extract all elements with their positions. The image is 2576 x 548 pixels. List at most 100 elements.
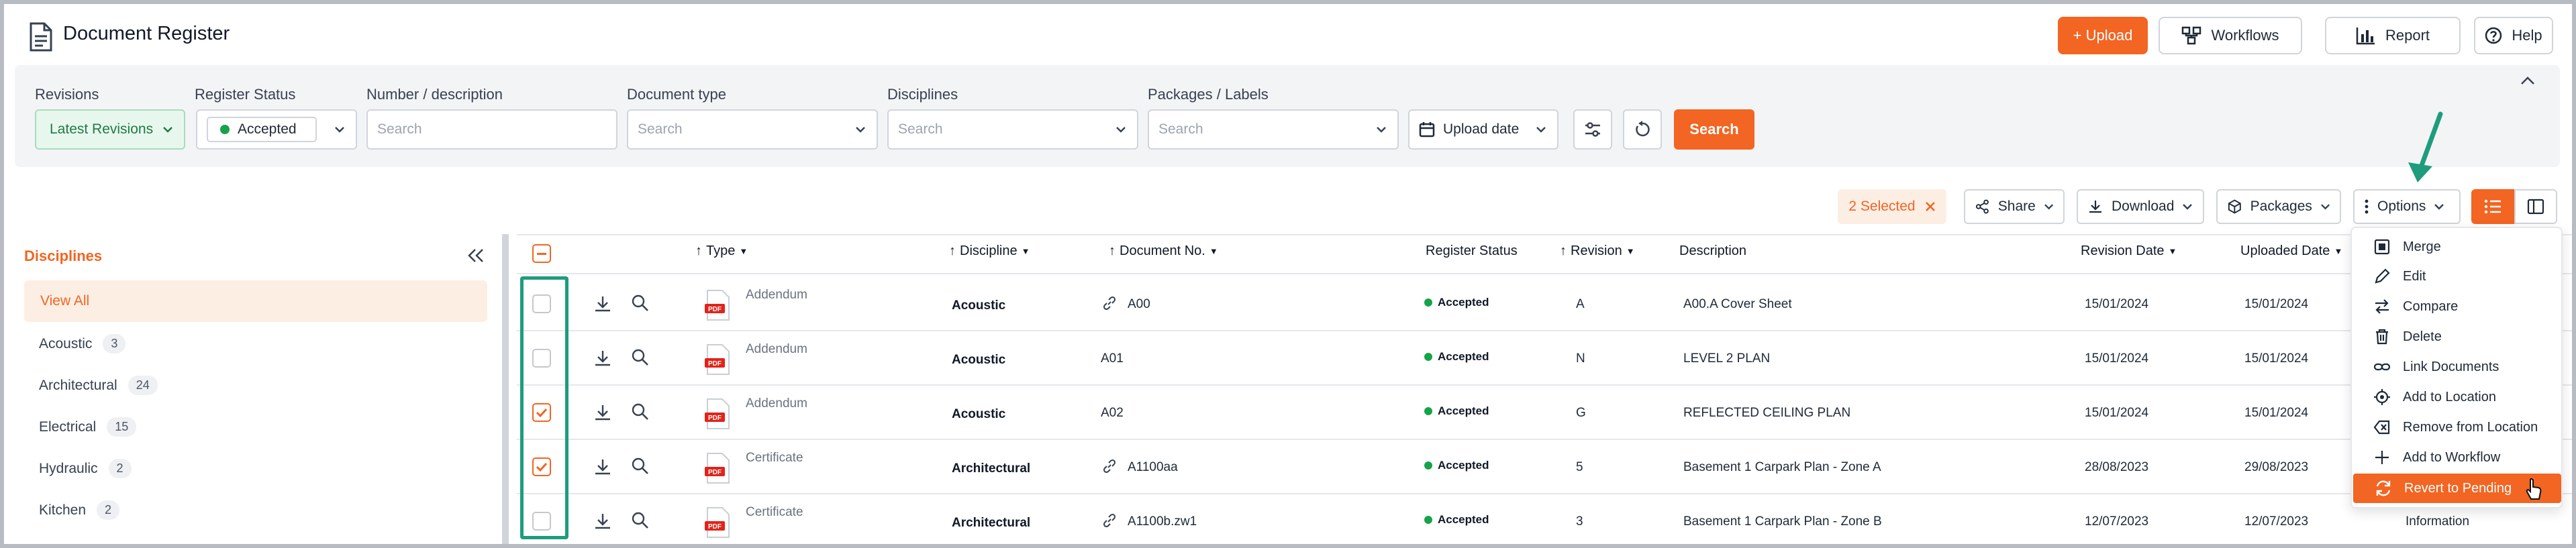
report-button[interactable]: Report bbox=[2325, 17, 2461, 54]
menu-item-add-to-location[interactable]: Add to Location bbox=[2352, 382, 2561, 412]
search-button[interactable]: Search bbox=[1674, 109, 1754, 150]
filter-settings-button[interactable] bbox=[1573, 109, 1612, 150]
options-menu: Merge Edit Compare Delete Link Documents… bbox=[2350, 227, 2563, 508]
share-button[interactable]: Share bbox=[1964, 189, 2065, 224]
sidebar-item-label: Acoustic bbox=[39, 335, 93, 351]
column-discipline[interactable]: ↑ Discipline ▼ bbox=[949, 243, 1030, 259]
number-search-input[interactable]: Search bbox=[366, 109, 617, 150]
status-chip: Accepted bbox=[207, 117, 317, 142]
search-icon[interactable] bbox=[631, 511, 650, 530]
menu-item-compare[interactable]: Compare bbox=[2352, 292, 2561, 321]
select-all-checkbox[interactable] bbox=[532, 244, 551, 263]
column-document-no[interactable]: ↑ Document No. ▼ bbox=[1109, 243, 1218, 259]
disciplines-placeholder: Search bbox=[898, 121, 943, 137]
search-icon[interactable] bbox=[631, 294, 650, 313]
remove-icon bbox=[2373, 420, 2390, 435]
split-view-toggle[interactable] bbox=[2514, 189, 2557, 224]
selected-count-badge[interactable]: 2 Selected bbox=[1838, 189, 1946, 224]
cell-uploaded-date: 29/08/2023 bbox=[2244, 459, 2309, 474]
svg-text:PDF: PDF bbox=[708, 360, 722, 368]
collapse-filters-icon[interactable] bbox=[2520, 75, 2536, 86]
table-row[interactable]: PDF Certificate Architectural A1100aa Accept… bbox=[517, 439, 2572, 494]
sort-icon: ↑ bbox=[695, 243, 702, 258]
menu-item-label: Edit bbox=[2403, 268, 2426, 284]
packages-select[interactable]: Search bbox=[1148, 109, 1399, 150]
package-icon bbox=[2228, 199, 2241, 214]
download-icon bbox=[2089, 201, 2101, 213]
menu-item-remove-from-location[interactable]: Remove from Location bbox=[2352, 413, 2561, 442]
menu-item-edit[interactable]: Edit bbox=[2352, 262, 2561, 291]
column-uploaded-date[interactable]: Uploaded Date ▼ bbox=[2240, 243, 2342, 259]
table-row[interactable]: PDF Addendum Acoustic A01 Accepted N LEVEL 2 P… bbox=[517, 331, 2572, 385]
table-row[interactable]: PDF Addendum Acoustic A02 Accepted G REFLECTED… bbox=[517, 385, 2572, 439]
cell-revision: G bbox=[1576, 405, 1586, 420]
cell-type: Addendum bbox=[746, 287, 807, 302]
menu-item-link-documents[interactable]: Link Documents bbox=[2352, 352, 2561, 382]
cell-discipline: Architectural bbox=[952, 515, 1031, 530]
status-label: Accepted bbox=[1438, 404, 1489, 417]
menu-item-label: Link Documents bbox=[2403, 359, 2499, 374]
bar-chart-icon bbox=[2356, 28, 2375, 45]
menu-item-delete[interactable]: Delete bbox=[2352, 322, 2561, 351]
pdf-file-icon: PDF bbox=[705, 289, 730, 321]
menu-item-merge[interactable]: Merge bbox=[2352, 232, 2561, 262]
search-icon[interactable] bbox=[631, 348, 650, 367]
sidebar-item-kitchen[interactable]: Kitchen 2 bbox=[39, 500, 120, 520]
options-button[interactable]: Options bbox=[2353, 189, 2461, 224]
upload-button[interactable]: + Upload bbox=[2058, 17, 2148, 54]
packages-button[interactable]: Packages bbox=[2216, 189, 2341, 224]
document-icon bbox=[30, 22, 52, 52]
register-status-select[interactable]: Accepted bbox=[196, 109, 357, 150]
sidebar-item-view-all[interactable]: View All bbox=[24, 280, 487, 322]
cell-document-no[interactable]: A02 bbox=[1101, 406, 1124, 421]
column-type[interactable]: ↑ Type ▼ bbox=[695, 243, 748, 259]
column-revision[interactable]: ↑ Revision ▼ bbox=[1560, 243, 1635, 259]
pdf-file-icon: PDF bbox=[705, 343, 730, 375]
cell-document-no[interactable]: A01 bbox=[1101, 351, 1124, 366]
download-icon[interactable] bbox=[593, 349, 612, 368]
doctype-placeholder: Search bbox=[638, 121, 683, 137]
menu-item-label: Revert to Pending bbox=[2404, 480, 2512, 496]
collapse-sidebar-icon[interactable] bbox=[467, 248, 485, 263]
sidebar-item-label: Kitchen bbox=[39, 502, 87, 518]
search-icon[interactable] bbox=[631, 402, 650, 421]
cell-document-no[interactable]: A1100aa bbox=[1128, 460, 1178, 475]
cell-description: Basement 1 Carpark Plan - Zone B bbox=[1683, 514, 1882, 529]
cell-document-no[interactable]: A1100b.zw1 bbox=[1128, 514, 1197, 529]
search-icon[interactable] bbox=[631, 457, 650, 476]
share-label: Share bbox=[1997, 199, 2036, 214]
help-label: Help bbox=[2512, 27, 2542, 44]
sidebar-item-electrical[interactable]: Electrical 15 bbox=[39, 417, 137, 437]
doctype-select[interactable]: Search bbox=[627, 109, 878, 150]
svg-text:PDF: PDF bbox=[708, 415, 722, 422]
link-icon bbox=[2373, 363, 2391, 371]
sort-icon: ↑ bbox=[1560, 243, 1567, 258]
merge-icon bbox=[2374, 239, 2390, 255]
revisions-select[interactable]: Latest Revisions bbox=[35, 109, 185, 150]
menu-item-add-to-workflow[interactable]: Add to Workflow bbox=[2352, 443, 2561, 472]
cell-uploaded-date: 15/01/2024 bbox=[2244, 351, 2309, 366]
sidebar-item-acoustic[interactable]: Acoustic 3 bbox=[39, 334, 126, 353]
close-icon[interactable] bbox=[1925, 201, 1936, 212]
reset-filters-button[interactable] bbox=[1623, 109, 1662, 150]
download-icon[interactable] bbox=[593, 512, 612, 531]
sidebar-item-architectural[interactable]: Architectural 24 bbox=[39, 376, 158, 395]
list-view-toggle[interactable] bbox=[2471, 189, 2514, 224]
caret-down-icon: ▼ bbox=[2168, 246, 2177, 256]
download-button[interactable]: Download bbox=[2077, 189, 2204, 224]
column-revision-date[interactable]: Revision Date ▼ bbox=[2081, 243, 2177, 259]
download-icon[interactable] bbox=[593, 457, 612, 476]
sliders-icon bbox=[1585, 122, 1600, 137]
table-row[interactable]: PDF Certificate Architectural A1100b.zw1 Acc… bbox=[517, 494, 2572, 548]
download-icon[interactable] bbox=[593, 403, 612, 422]
help-button[interactable]: Help bbox=[2474, 17, 2553, 54]
disciplines-select[interactable]: Search bbox=[887, 109, 1138, 150]
chevron-down-icon bbox=[2183, 204, 2193, 210]
table-row[interactable]: PDF Addendum Acoustic A00 Accepted A A00.A Cov… bbox=[517, 276, 2572, 331]
cell-document-no[interactable]: A00 bbox=[1128, 297, 1150, 312]
upload-date-select[interactable]: Upload date bbox=[1408, 109, 1558, 150]
status-label: Accepted bbox=[1438, 349, 1489, 363]
workflows-button[interactable]: Workflows bbox=[2159, 17, 2302, 54]
sidebar-item-hydraulic[interactable]: Hydraulic 2 bbox=[39, 459, 132, 478]
download-icon[interactable] bbox=[593, 294, 612, 313]
